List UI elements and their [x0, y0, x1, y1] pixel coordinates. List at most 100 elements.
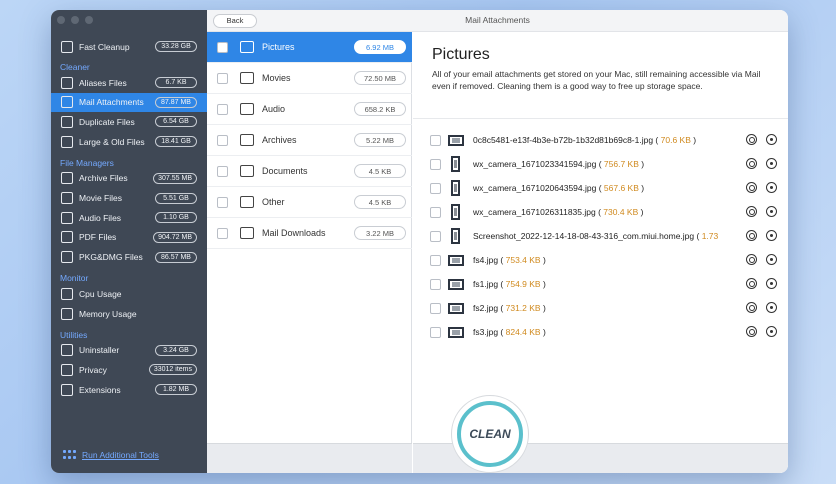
- category-item[interactable]: Mail Downloads 3.22 MB: [207, 218, 412, 249]
- open-paren: (: [596, 159, 604, 169]
- open-paren: (: [694, 231, 702, 241]
- magnifier-icon[interactable]: [746, 278, 757, 289]
- sidebar-item[interactable]: Memory Usage: [51, 304, 207, 323]
- category-item[interactable]: Archives 5.22 MB: [207, 125, 412, 156]
- category-item[interactable]: Documents 4.5 KB: [207, 156, 412, 187]
- close-window-button[interactable]: [57, 16, 65, 24]
- file-name-text: fs2.jpg: [473, 303, 499, 313]
- category-item[interactable]: Movies 72.50 MB: [207, 63, 412, 94]
- run-additional-tools-link[interactable]: Run Additional Tools: [63, 450, 159, 460]
- memory-icon: [61, 307, 73, 320]
- file-size: 824.4 KB: [505, 327, 541, 337]
- sidebar-item[interactable]: Privacy 33012 items: [51, 360, 207, 379]
- eye-icon[interactable]: [766, 278, 777, 289]
- file-checkbox[interactable]: [430, 158, 441, 170]
- title-bar: Back Mail Attachments: [207, 10, 788, 32]
- file-actions: [746, 254, 777, 265]
- eye-icon[interactable]: [766, 206, 777, 217]
- file-checkbox[interactable]: [430, 254, 441, 266]
- document-icon: [240, 165, 254, 177]
- close-paren: ): [540, 303, 546, 313]
- eye-icon[interactable]: [766, 326, 777, 337]
- close-paren: ): [540, 327, 546, 337]
- sidebar-item[interactable]: Large & Old Files 18.41 GB: [51, 132, 207, 151]
- sidebar-item[interactable]: Duplicate Files 6.54 GB: [51, 112, 207, 131]
- file-actions: [746, 134, 777, 145]
- sidebar-item[interactable]: Uninstaller 3.24 GB: [51, 341, 207, 360]
- mail-icon: [61, 96, 73, 109]
- file-checkbox[interactable]: [430, 230, 441, 242]
- magnifier-icon[interactable]: [746, 302, 757, 313]
- checkbox[interactable]: [217, 165, 228, 177]
- checkbox[interactable]: [217, 103, 228, 115]
- category-size-badge: 6.92 MB: [354, 40, 406, 54]
- file-name: 0c8c5481-e13f-4b3e-b72b-1b32d81b69c8-1.j…: [473, 135, 780, 145]
- magnifier-icon[interactable]: [746, 182, 757, 193]
- category-label: Audio: [262, 104, 286, 114]
- sidebar-item[interactable]: PKG&DMG Files 86.57 MB: [51, 248, 207, 267]
- sidebar-item[interactable]: Extensions 1.82 MB: [51, 380, 207, 399]
- sidebar-item[interactable]: Fast Cleanup 33.28 GB: [51, 37, 207, 56]
- category-item[interactable]: Audio 658.2 KB: [207, 94, 412, 125]
- eye-icon[interactable]: [766, 158, 777, 169]
- magnifier-icon[interactable]: [746, 326, 757, 337]
- file-checkbox[interactable]: [430, 206, 441, 218]
- checkbox[interactable]: [217, 72, 228, 84]
- checkbox[interactable]: [217, 227, 228, 239]
- category-list: Pictures 6.92 MB Movies 72.50 MB Audio 658.2 …: [207, 32, 412, 473]
- checkbox[interactable]: [217, 134, 228, 146]
- sidebar-item[interactable]: Aliases Files 6.7 KB: [51, 73, 207, 92]
- eye-icon[interactable]: [766, 302, 777, 313]
- sidebar-item[interactable]: Archive Files 307.55 MB: [51, 169, 207, 188]
- window-title: Mail Attachments: [465, 15, 530, 25]
- file-checkbox[interactable]: [430, 278, 441, 290]
- sidebar-section-title: Utilities: [60, 329, 88, 340]
- file-checkbox[interactable]: [430, 134, 441, 146]
- file-size: 753.4 KB: [505, 255, 541, 265]
- magnifier-icon[interactable]: [746, 230, 757, 241]
- category-label: Pictures: [262, 42, 295, 52]
- sidebar-item-label: PDF Files: [79, 232, 117, 243]
- category-item[interactable]: Pictures 6.92 MB: [207, 32, 412, 63]
- zoom-window-button[interactable]: [85, 16, 93, 24]
- category-size-badge: 72.50 MB: [354, 71, 406, 85]
- sidebar-item[interactable]: PDF Files 904.72 MB: [51, 228, 207, 247]
- file-size: 754.9 KB: [505, 279, 541, 289]
- category-size-badge: 4.5 KB: [354, 164, 406, 178]
- sidebar-section-title: File Managers: [60, 157, 114, 168]
- file-name: fs1.jpg ( 754.9 KB ): [473, 279, 780, 289]
- file-name-text: Screenshot_2022-12-14-18-08-43-316_com.m…: [473, 231, 695, 241]
- image-thumbnail: [451, 228, 460, 244]
- eye-icon[interactable]: [766, 230, 777, 241]
- sidebar-item-label: Extensions: [79, 384, 121, 395]
- category-size-badge: 5.22 MB: [354, 133, 406, 147]
- file-checkbox[interactable]: [430, 326, 441, 338]
- monitor-icon: [61, 40, 73, 53]
- size-badge: 33012 items: [148, 364, 197, 376]
- detail-title: Pictures: [432, 46, 490, 63]
- minimize-window-button[interactable]: [71, 16, 79, 24]
- checkbox[interactable]: [217, 196, 228, 208]
- sidebar-item[interactable]: Audio Files 1.10 GB: [51, 208, 207, 227]
- magnifier-icon[interactable]: [746, 206, 757, 217]
- sidebar-item[interactable]: Mail Attachments 87.87 MB: [51, 92, 207, 112]
- sidebar-item[interactable]: Movie Files 5.51 GB: [51, 189, 207, 208]
- cpu-icon: [61, 287, 73, 300]
- sidebar-item[interactable]: Cpu Usage: [51, 284, 207, 303]
- magnifier-icon[interactable]: [746, 134, 757, 145]
- eye-icon[interactable]: [766, 182, 777, 193]
- eye-icon[interactable]: [766, 134, 777, 145]
- file-checkbox[interactable]: [430, 302, 441, 314]
- magnifier-icon[interactable]: [746, 158, 757, 169]
- category-item[interactable]: Other 4.5 KB: [207, 187, 412, 218]
- file-checkbox[interactable]: [430, 182, 441, 194]
- clean-button[interactable]: CLEAN: [457, 401, 523, 467]
- checkbox[interactable]: [217, 41, 228, 53]
- sidebar-item-label: Movie Files: [79, 193, 122, 203]
- run-tools-label: Run Additional Tools: [82, 450, 159, 460]
- magnifier-icon[interactable]: [746, 254, 757, 265]
- window-controls: [57, 16, 93, 24]
- sidebar-item-label: Privacy: [79, 364, 107, 375]
- eye-icon[interactable]: [766, 254, 777, 265]
- app-window: Fast Cleanup 33.28 GB Cleaner Aliases Files…: [51, 10, 788, 473]
